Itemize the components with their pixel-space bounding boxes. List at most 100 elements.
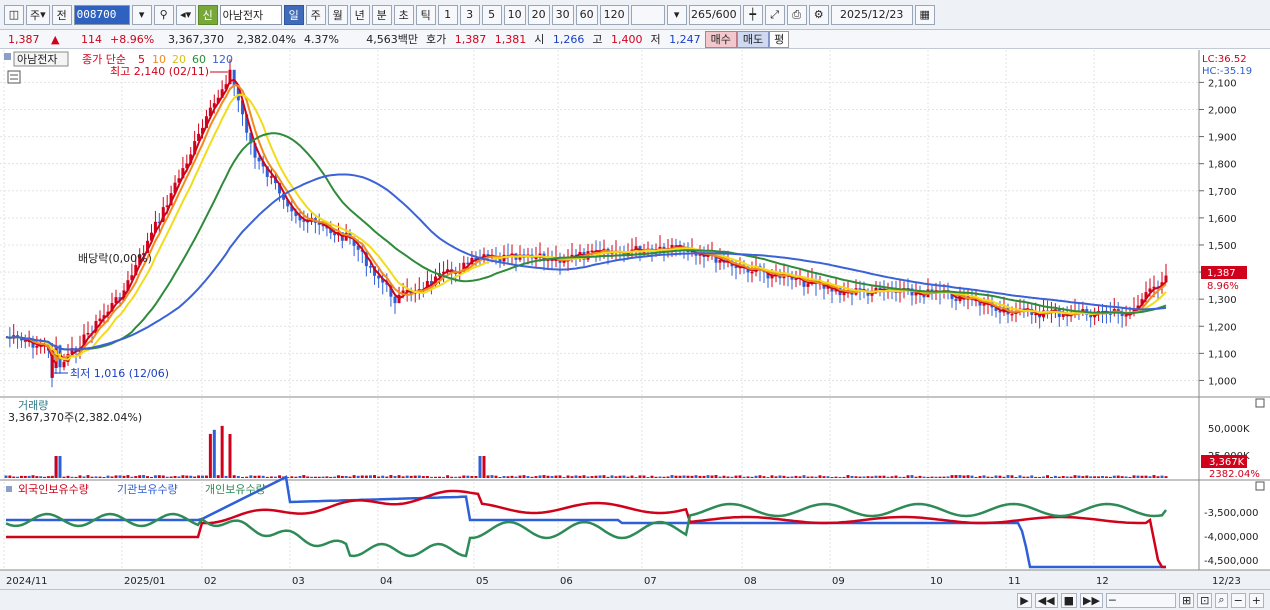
period-day[interactable]: 일 (283, 4, 304, 25)
magnify-icon[interactable]: ⌕ (1215, 592, 1228, 608)
low-price: 1,247 (669, 32, 701, 46)
period-tick[interactable]: 틱 (415, 4, 436, 25)
volume-bar (766, 476, 770, 478)
volume-bar (550, 476, 554, 478)
volume-bar (405, 475, 409, 478)
table-toggle-icon[interactable] (7, 70, 21, 84)
volume-bar (106, 475, 110, 478)
quote-infobar: 1,387 ▲ 114 +8.96% 3,367,370 2,382.04% 4… (0, 30, 1270, 49)
candle-icon[interactable]: ┿ (742, 4, 763, 25)
credit-badge[interactable]: 신 (197, 4, 218, 25)
layout-grid-icon[interactable]: ⊞ (1178, 592, 1195, 608)
volume-bar (574, 475, 578, 478)
zoom-in-icon[interactable]: + (1248, 592, 1264, 608)
crosshair-icon[interactable]: ⤢ (764, 4, 785, 25)
legend-foreign[interactable]: 외국인보유수량 (18, 483, 89, 496)
volume-bar (562, 476, 566, 478)
interval-30[interactable]: 30 (551, 4, 574, 25)
interval-custom-input[interactable] (630, 4, 665, 25)
fit-icon[interactable]: ⊡ (1197, 592, 1213, 608)
prev-button[interactable]: 전 (51, 4, 72, 25)
volume-bar (1104, 476, 1108, 478)
interval-120[interactable]: 120 (599, 4, 629, 25)
market-select[interactable]: 주 ▾ (26, 4, 50, 25)
count-field[interactable]: 265/600 (688, 4, 741, 25)
stock-name-tag-label: 아남전자 (17, 53, 57, 66)
volume-bar (966, 475, 970, 478)
zoom-slider[interactable]: ─ (1105, 592, 1176, 608)
volume-bar (594, 475, 598, 478)
settings-gear-icon[interactable]: ⚙ (808, 4, 829, 25)
interval-20[interactable]: 20 (527, 4, 550, 25)
sell-button[interactable]: 매도 (736, 30, 770, 48)
holdings-close-icon[interactable] (1255, 481, 1265, 491)
volume-bar (810, 476, 814, 478)
candle-body (35, 345, 39, 348)
interval-1[interactable]: 1 (437, 4, 458, 25)
layout-icon[interactable]: ◫ (4, 4, 24, 25)
ma120-label[interactable]: 120 (212, 53, 233, 66)
code-dropdown-icon[interactable]: ▾ (131, 4, 152, 25)
period-month[interactable]: 월 (327, 4, 348, 25)
buy-button[interactable]: 매수 (704, 30, 737, 48)
volume-bar (401, 476, 405, 478)
volume-bar (16, 476, 20, 478)
volume-bar (269, 476, 273, 478)
candle-body (1124, 315, 1128, 317)
stock-name-field[interactable]: 아남전자 (219, 4, 282, 25)
low-label: 저 (650, 33, 661, 46)
print-icon[interactable]: ⎙ (786, 4, 807, 25)
count-value: 265 (690, 8, 712, 21)
zoom-out-icon[interactable]: − (1230, 592, 1246, 608)
legend-individual[interactable]: 개인보유수량 (205, 483, 266, 496)
panel-handle-icon[interactable] (4, 53, 11, 60)
volume-bar (329, 476, 333, 478)
legend-institution[interactable]: 기관보유수량 (117, 483, 178, 496)
period-year[interactable]: 년 (349, 4, 370, 25)
fast-forward-icon[interactable]: ▶▶ (1080, 592, 1103, 608)
volume-bar (850, 475, 854, 478)
search-icon[interactable]: ⚲ (153, 4, 174, 25)
date-tick-label: 02 (204, 576, 217, 587)
trade-amount: 4,563백만 (366, 33, 418, 46)
volume-bar (938, 476, 942, 478)
play-icon[interactable]: ▶ (1017, 592, 1032, 608)
stock-code-input[interactable] (73, 4, 130, 25)
interval-dropdown-icon[interactable]: ▾ (666, 4, 687, 25)
volume-bar (498, 476, 502, 478)
interval-60[interactable]: 60 (575, 4, 598, 25)
rewind-icon[interactable]: ◀◀ (1034, 592, 1058, 608)
stock-chart[interactable]: 2,1002,0001,9001,8001,7001,6001,5001,400… (0, 50, 1270, 590)
volume-bar (1046, 475, 1049, 478)
volume-bar (774, 476, 778, 478)
volume-bar (806, 476, 810, 478)
volume-bar (798, 476, 802, 478)
interval-10[interactable]: 10 (503, 4, 526, 25)
volume-bar (1061, 476, 1065, 478)
period-second[interactable]: 초 (393, 4, 414, 25)
volume-bar (754, 475, 758, 478)
volume-bar (1081, 476, 1085, 478)
holdings-handle-icon[interactable] (6, 486, 12, 492)
candle-body (1010, 313, 1014, 316)
volume-bar (858, 476, 862, 478)
volume-bar (352, 475, 356, 478)
volume-bar (197, 475, 201, 478)
average-button[interactable]: 평 (769, 30, 790, 48)
date-field[interactable]: 2025/12/23 (830, 4, 913, 25)
volume-bar (958, 475, 962, 478)
date-tick-label: 12 (1096, 576, 1109, 587)
calendar-icon[interactable]: ▦ (914, 4, 935, 25)
volume-bar (1120, 476, 1124, 478)
volume-close-icon[interactable] (1255, 398, 1265, 408)
volume-bar (1116, 475, 1120, 478)
period-minute[interactable]: 분 (371, 4, 392, 25)
period-week[interactable]: 주 (305, 4, 326, 25)
volume-bar (208, 433, 212, 478)
interval-3[interactable]: 3 (459, 4, 480, 25)
speaker-icon[interactable]: ◂▾ (175, 4, 196, 25)
volume-bar (606, 476, 610, 478)
interval-5[interactable]: 5 (481, 4, 502, 25)
stop-icon[interactable]: ■ (1060, 592, 1078, 608)
volume-bar (39, 476, 43, 478)
